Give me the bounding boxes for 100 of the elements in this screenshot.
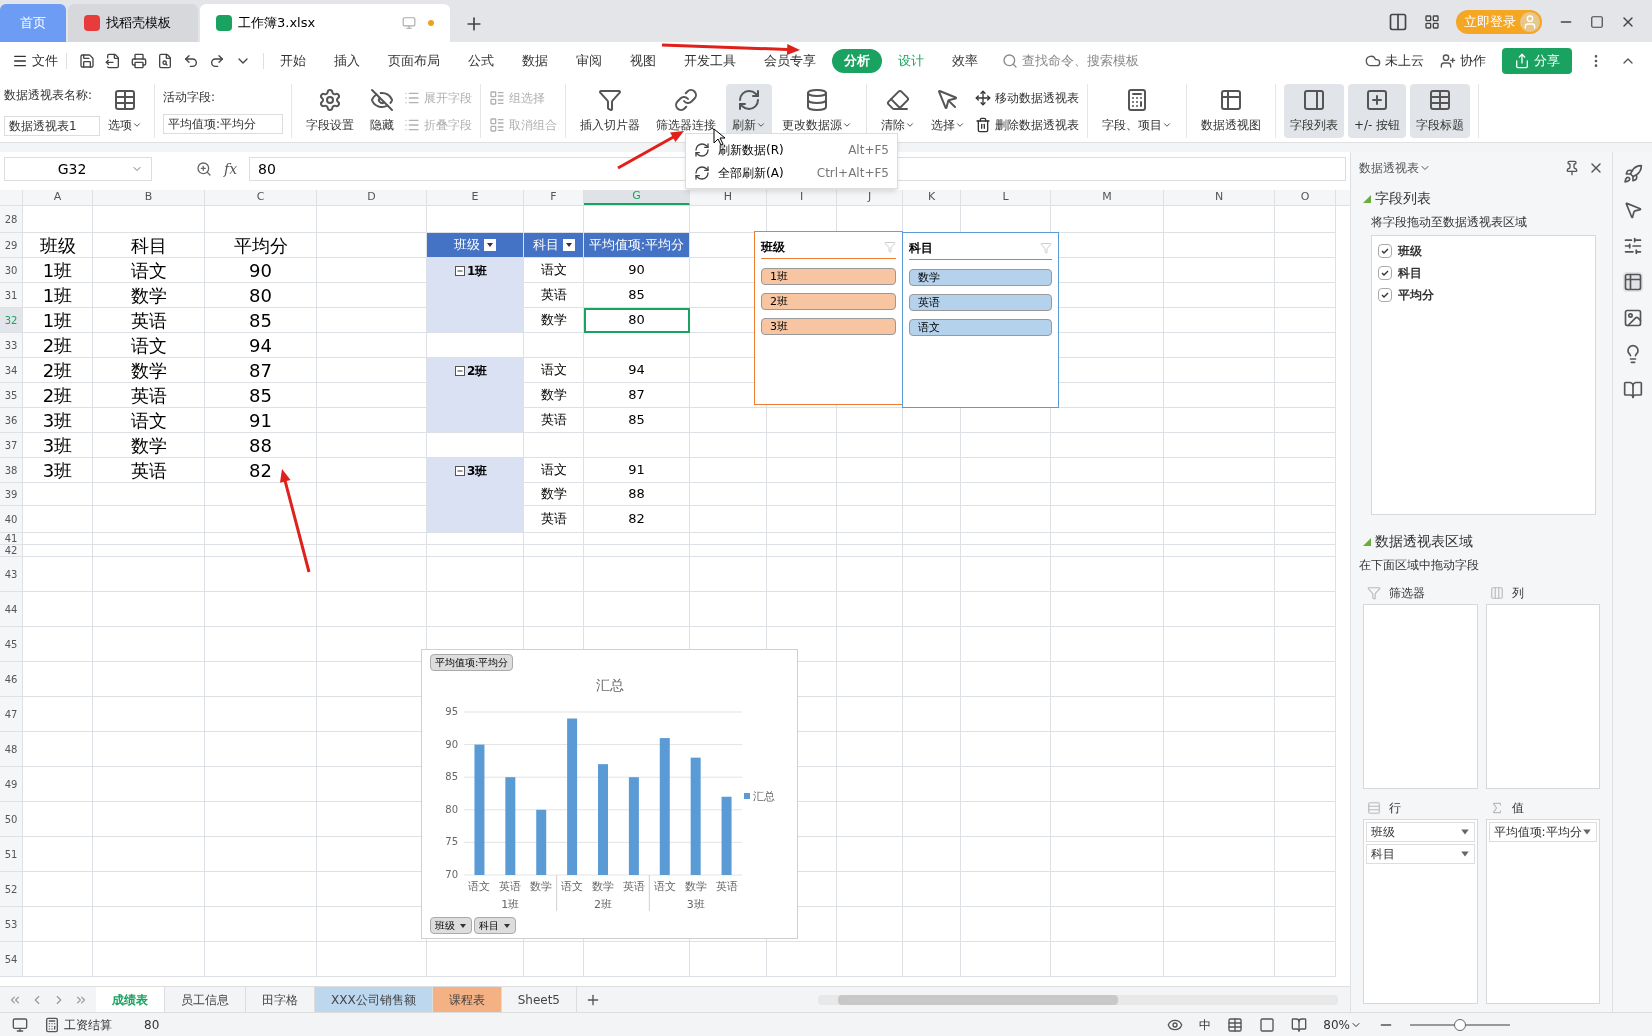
collapse-toggle-icon[interactable] [455, 366, 465, 376]
row-header[interactable]: 53 [0, 907, 23, 942]
ribbon-button[interactable]: 字段列表 [1284, 84, 1344, 138]
ribbon-button[interactable]: 字段标题 [1410, 84, 1471, 138]
zoom-level[interactable]: 80% [1323, 1015, 1362, 1034]
collapse-toggle-icon[interactable] [455, 466, 465, 476]
ribbon-small-button[interactable]: 移动数据透视表 [975, 88, 1079, 107]
preview-icon[interactable] [157, 53, 173, 69]
collapse-toggle-icon[interactable] [455, 266, 465, 276]
ribbon-button[interactable]: 更改数据源 [776, 84, 858, 138]
zoom-slider[interactable] [1410, 1017, 1510, 1032]
maximize-icon[interactable] [1590, 15, 1604, 29]
ribbon-button[interactable]: 字段设置 [300, 84, 360, 138]
menu-tab[interactable]: 开始 [268, 49, 318, 73]
column-header[interactable]: L [961, 190, 1051, 205]
export-icon[interactable] [105, 53, 121, 69]
area-field-button[interactable]: 科目 [1366, 844, 1475, 864]
column-header[interactable]: N [1164, 190, 1275, 205]
row-header[interactable]: 36 [0, 408, 23, 433]
slicer-item[interactable]: 英语 [909, 294, 1052, 311]
row-header[interactable]: 50 [0, 802, 23, 837]
redo-icon[interactable] [209, 53, 225, 69]
row-header[interactable]: 43 [0, 557, 23, 592]
menu-tab[interactable]: 插入 [322, 49, 372, 73]
ribbon-button[interactable]: 筛选器连接 [650, 84, 722, 138]
ribbon-small-button[interactable]: 删除数据透视表 [975, 115, 1079, 134]
book-icon[interactable] [1622, 380, 1643, 400]
column-header[interactable]: A [23, 190, 93, 205]
slicer-item[interactable]: 2班 [761, 293, 896, 310]
undo-icon[interactable] [183, 53, 199, 69]
collapse-triangle-icon[interactable] [1363, 194, 1371, 203]
filter-dropdown-icon[interactable] [484, 239, 496, 251]
column-header[interactable]: B [93, 190, 205, 205]
reading-view-icon[interactable] [1291, 1016, 1308, 1033]
menu-tab[interactable]: 视图 [618, 49, 668, 73]
area-field-button[interactable]: 班级 [1366, 822, 1475, 842]
column-header[interactable]: E [427, 190, 524, 205]
row-header[interactable]: 29 [0, 233, 23, 258]
row-header[interactable]: 42 [0, 545, 23, 557]
checkbox[interactable] [1378, 244, 1392, 258]
layout-icon[interactable] [1388, 12, 1408, 32]
row-header[interactable]: 31 [0, 283, 23, 308]
ribbon-button[interactable]: 清除 [875, 84, 921, 138]
row-header[interactable]: 30 [0, 258, 23, 283]
input-method-indicator[interactable]: 中 [1199, 1015, 1212, 1034]
pivot-table-icon[interactable] [1622, 272, 1643, 292]
macro-label[interactable]: 工资结算 [64, 1015, 112, 1034]
column-header[interactable]: H [690, 190, 767, 205]
row-header[interactable]: 52 [0, 872, 23, 907]
row-header[interactable]: 49 [0, 767, 23, 802]
page-view-icon[interactable] [1259, 1016, 1276, 1033]
sliders-icon[interactable] [1622, 236, 1643, 256]
column-header[interactable]: M [1051, 190, 1164, 205]
row-header[interactable]: 37 [0, 433, 23, 458]
row-header[interactable]: 54 [0, 942, 23, 977]
slicer-item[interactable]: 1班 [761, 268, 896, 285]
collaborate-link[interactable]: 协作 [1460, 51, 1486, 71]
menu-item[interactable]: 刷新数据(R) Alt+F5 [686, 138, 897, 161]
slicer-item[interactable]: 数学 [909, 269, 1052, 286]
row-header[interactable]: 48 [0, 732, 23, 767]
sheet-tab[interactable]: 课程表 [432, 987, 502, 1012]
row-header[interactable]: 51 [0, 837, 23, 872]
options-button[interactable]: 选项 [104, 84, 146, 138]
drop-area[interactable]: 平均值项:平均分 [1485, 819, 1600, 1004]
panel-title[interactable]: 数据透视表 [1359, 159, 1431, 177]
value-field-button[interactable]: 平均值项:平均分 [430, 654, 514, 671]
column-header[interactable]: K [903, 190, 961, 205]
drop-area[interactable]: 班级 科目 [1363, 819, 1478, 1004]
slicer-item[interactable]: 语文 [909, 319, 1052, 336]
image-icon[interactable] [1622, 308, 1643, 328]
menu-tab[interactable]: 会员专享 [752, 49, 828, 73]
row-header[interactable]: 33 [0, 333, 23, 358]
sheet-tab[interactable]: XXX公司销售额 [315, 987, 433, 1012]
collapse-triangle-icon[interactable] [1363, 537, 1371, 546]
menu-tab[interactable]: 数据 [510, 49, 560, 73]
area-field-button[interactable]: 平均值项:平均分 [1488, 822, 1597, 842]
rocket-icon[interactable] [1622, 164, 1643, 184]
screen-icon[interactable] [12, 1016, 28, 1033]
column-header[interactable]: D [317, 190, 427, 205]
active-field-field[interactable]: 平均值项:平均分 [163, 114, 283, 134]
row-header[interactable]: 46 [0, 662, 23, 697]
menu-tab[interactable]: 开发工具 [672, 49, 748, 73]
ribbon-button[interactable]: 选择 [925, 84, 971, 138]
ribbon-button[interactable]: 隐藏 [364, 84, 400, 138]
slider-thumb[interactable] [1454, 1018, 1466, 1031]
column-header[interactable]: I [767, 190, 837, 205]
row-header[interactable]: 41 [0, 533, 23, 545]
pointer-icon[interactable] [1622, 200, 1643, 220]
cloud-status[interactable]: 未上云 [1385, 51, 1424, 71]
row-header[interactable]: 44 [0, 592, 23, 627]
column-header[interactable]: C [205, 190, 317, 205]
checkbox[interactable] [1378, 288, 1392, 302]
menu-tab[interactable]: 效率 [940, 49, 990, 73]
row-header[interactable]: 47 [0, 697, 23, 732]
menu-tab[interactable]: 审阅 [564, 49, 614, 73]
filter-dropdown-icon[interactable] [562, 239, 575, 251]
save-icon[interactable] [79, 53, 95, 69]
ribbon-button[interactable]: 字段、项目 [1096, 84, 1178, 138]
column-header[interactable]: O [1275, 190, 1336, 205]
document-tab[interactable]: 找稻壳模板 [68, 4, 198, 42]
